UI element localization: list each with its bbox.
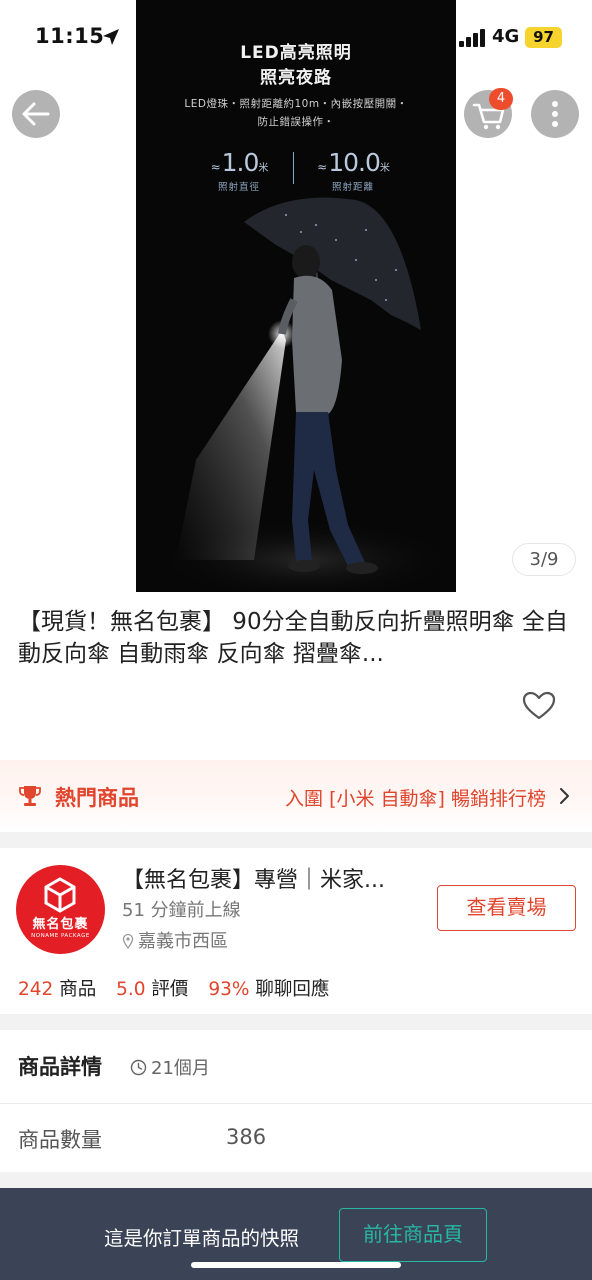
location-arrow-icon [103,29,119,45]
trophy-icon [19,786,41,806]
stat-products: 242 商品 [18,979,96,1000]
hot-ranking-banner[interactable]: 熱門商品 入圍 [小米 自動傘] 暢銷排行榜 [0,760,592,832]
snapshot-notice: 這是你訂單商品的快照 [104,1227,300,1250]
arrow-left-icon [22,102,50,126]
ranking-link[interactable]: 入圍 [小米 自動傘] 暢銷排行榜 [285,784,546,811]
stat-chat-response-label: 聊聊回應 [255,979,330,1000]
stat-rating-label: 評價 [151,979,189,1000]
image-counter: 3/9 [512,543,576,576]
product-title: 【現貨！無名包裹】 90分全自動反向折疊照明傘 全自動反向傘 自動雨傘 反向傘 … [18,609,568,667]
more-button[interactable] [531,90,579,138]
section-gap [0,1014,592,1030]
battery-indicator: 97 [525,27,562,48]
spec-diameter-value: 1.0 [221,148,260,177]
shop-location-text: 嘉義市西區 [138,931,228,952]
network-type: 4G [492,26,520,47]
image-headline-1: LED高亮照明 [240,43,352,63]
hot-label: 熱門商品 [55,786,139,810]
detail-heading: 商品詳情 [18,1055,102,1079]
stat-products-value: 242 [18,979,54,1000]
image-desc-2: 防止錯誤操作・ [257,116,335,128]
approx-sign: ≈ [317,160,327,174]
chevron-right-icon [560,788,569,804]
shop-last-online: 51 分鐘前上線 [122,900,241,921]
spec-distance: ≈10.0米 照射距離 [298,148,408,193]
approx-sign: ≈ [210,160,221,174]
clock-icon [130,1059,147,1076]
shop-logo-subtext: NONAME PACKAGE [31,933,90,939]
spec-diameter: ≈1.0米 照射直徑 [184,148,294,193]
shop-name[interactable]: 【無名包裹】專營｜米家... [122,862,422,894]
spec-divider [293,152,294,184]
heart-outline-icon[interactable] [522,690,556,722]
package-logo-icon [44,877,76,913]
shop-location: 嘉義市西區 [122,927,228,953]
spec-distance-label: 照射距離 [331,182,374,193]
stat-rating-value: 5.0 [116,979,146,1000]
section-gap [0,832,592,848]
spec-distance-value: 10.0 [328,148,381,177]
listing-age-text: 21個月 [151,1058,210,1079]
stat-chat-response: 93% 聊聊回應 [208,979,329,1000]
spec-diameter-label: 照射直徑 [217,182,260,193]
divider [0,1103,592,1104]
location-pin-icon [122,933,134,950]
quantity-label: 商品數量 [18,1128,102,1152]
shop-stats: 242 商品 5.0 評價 93% 聊聊回應 [18,975,343,1001]
image-headline-2: 照亮夜路 [260,68,332,88]
section-gap [0,1172,592,1188]
umbrella-scene-illustration [156,197,456,592]
shop-avatar[interactable]: 無名包裹 NONAME PACKAGE [16,865,105,954]
signal-icon [459,29,485,47]
stat-rating: 5.0 評價 [116,979,188,1000]
image-desc-1: LED燈珠・照射距離約10m・內嵌按壓開關・ [184,98,408,110]
status-time: 11:15 [35,24,105,48]
listing-age: 21個月 [130,1054,210,1080]
home-indicator[interactable] [191,1262,401,1268]
shop-logo-text: 無名包裹 [32,917,89,932]
spec-distance-unit: 米 [379,163,390,174]
stat-chat-response-value: 93% [208,979,250,1000]
spec-diameter-unit: 米 [258,163,268,174]
product-photo: LED高亮照明 照亮夜路 LED燈珠・照射距離約10m・內嵌按壓開關・ 防止錯誤… [136,0,456,592]
quantity-value: 386 [226,1125,267,1149]
view-shop-button[interactable]: 查看賣場 [437,885,576,931]
go-to-product-button[interactable]: 前往商品頁 [339,1208,487,1262]
more-vertical-icon [552,101,558,127]
stat-products-label: 商品 [59,979,97,1000]
back-button[interactable] [12,90,60,138]
cart-count-badge: 4 [489,88,513,110]
